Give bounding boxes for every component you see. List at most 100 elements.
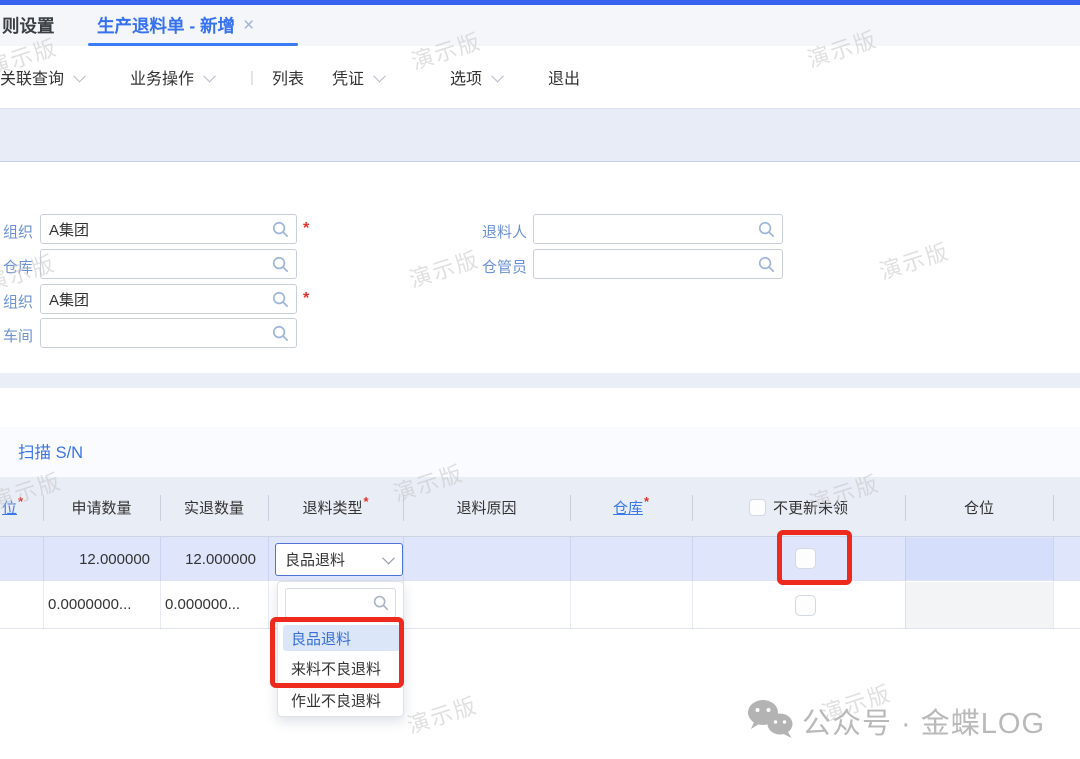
storekeeper-field[interactable] [533, 249, 783, 279]
returner-field[interactable] [533, 214, 783, 244]
menu-label: 业务操作 [130, 65, 194, 89]
menu-list[interactable]: 列表 [272, 46, 304, 108]
header-separator [43, 495, 44, 521]
header-separator [1053, 495, 1054, 521]
collapsed-header-band [0, 108, 1080, 162]
menu-label: 列表 [272, 65, 304, 89]
tab-label: 生产退料单 - 新增 [97, 13, 235, 38]
warehouse-field[interactable] [40, 249, 297, 279]
org1-field[interactable]: A集团 [40, 214, 297, 244]
required-asterisk: * [303, 220, 309, 238]
grid-toolbar-strip [0, 427, 1080, 477]
toolbar: 关联查询 业务操作 | 列表 凭证 选项 退出 [0, 46, 1080, 108]
cell-apply-qty[interactable]: 0.0000000... [43, 581, 155, 628]
cell-actual-qty[interactable]: 12.000000 [160, 537, 268, 581]
menu-options[interactable]: 选项 [450, 46, 502, 108]
search-icon[interactable] [271, 220, 290, 243]
chevron-down-icon [491, 69, 504, 82]
column-header-actual-qty[interactable]: 实退数量 [160, 477, 268, 537]
column-label: 退料原因 [456, 497, 516, 518]
demo-watermark: 演示版 [403, 688, 481, 741]
dropdown-search-input[interactable] [285, 588, 396, 618]
menu-exit[interactable]: 退出 [548, 46, 580, 108]
required-asterisk: * [644, 494, 649, 509]
header-separator [403, 495, 404, 521]
workshop-field[interactable] [40, 318, 297, 348]
field-value: A集团 [49, 289, 89, 310]
header-separator [570, 495, 571, 521]
column-line [1053, 537, 1054, 629]
cell-no-update-checkbox[interactable] [795, 594, 817, 616]
field-label-org2: 组织 [0, 291, 33, 312]
tab-rule-settings[interactable]: 则设置 [2, 5, 55, 46]
field-label-workshop: 车间 [0, 325, 33, 346]
column-label: 位 [2, 497, 17, 518]
demo-watermark: 演示版 [875, 234, 953, 287]
column-label: 申请数量 [71, 497, 131, 518]
search-icon[interactable] [757, 255, 776, 278]
cell-bin-location[interactable] [905, 582, 1053, 628]
search-icon[interactable] [271, 324, 290, 347]
column-label: 不更新未领 [773, 497, 848, 518]
dropdown-option-operation-defect-return[interactable]: 作业不良退料 [283, 687, 400, 713]
cell-actual-qty[interactable]: 0.000000... [160, 581, 264, 628]
header-separator [160, 495, 161, 521]
header-separator [905, 495, 906, 521]
column-header-bin-location[interactable]: 仓位 [905, 477, 1053, 537]
select-value: 良品退料 [285, 549, 345, 570]
chevron-down-icon [203, 69, 216, 82]
required-asterisk: * [363, 494, 368, 509]
column-label: 实退数量 [184, 497, 244, 518]
column-line [43, 537, 44, 629]
chevron-down-icon [382, 552, 395, 565]
column-line [160, 537, 161, 629]
toolbar-divider: | [250, 46, 254, 108]
column-header-apply-qty[interactable]: 申请数量 [43, 477, 160, 537]
scan-sn-link[interactable]: 扫描 S/N [18, 439, 83, 463]
field-label-returner: 退料人 [427, 221, 527, 242]
tab-bar: 则设置 生产退料单 - 新增 × [0, 5, 1080, 46]
header-checkbox[interactable] [749, 499, 766, 516]
menu-business-operations[interactable]: 业务操作 [130, 46, 214, 108]
menu-voucher[interactable]: 凭证 [332, 46, 384, 108]
search-icon[interactable] [271, 255, 290, 278]
chevron-down-icon [373, 69, 386, 82]
section-divider-band [0, 373, 1080, 388]
org2-field[interactable]: A集团 [40, 284, 297, 314]
checkbox[interactable] [795, 595, 816, 616]
close-icon[interactable]: × [243, 15, 254, 37]
cell-apply-qty[interactable]: 12.000000 [43, 537, 160, 581]
tab-production-return-new[interactable]: 生产退料单 - 新增 × [97, 5, 254, 46]
search-icon[interactable] [757, 220, 776, 243]
menu-related-query[interactable]: 关联查询 [0, 46, 84, 108]
column-label: 退料类型 [302, 497, 362, 518]
required-asterisk: * [18, 494, 23, 509]
tab-label: 则设置 [2, 13, 55, 38]
column-header-return-reason[interactable]: 退料原因 [403, 477, 570, 537]
column-line [268, 537, 269, 629]
column-label: 仓库 [613, 497, 643, 518]
menu-label: 选项 [450, 65, 482, 89]
header-separator [692, 495, 693, 521]
return-type-select[interactable]: 良品退料 [275, 543, 403, 576]
brand-label: 公众号 · 金蝶LOG [802, 700, 1045, 742]
header-separator [268, 495, 269, 521]
cell-bin-location[interactable] [905, 538, 1053, 580]
menu-label: 关联查询 [0, 65, 64, 89]
chevron-down-icon [73, 69, 86, 82]
column-header-position-partial[interactable]: 位 * [0, 477, 45, 537]
field-label-storekeeper: 仓管员 [427, 256, 527, 277]
column-header-no-update-unclaimed[interactable]: 不更新未领 [692, 477, 905, 537]
column-header-warehouse[interactable]: 仓库 * [570, 477, 692, 537]
highlight-box-checkbox [777, 530, 852, 585]
column-line [570, 537, 571, 629]
menu-label: 凭证 [332, 65, 364, 89]
column-label: 仓位 [964, 497, 994, 518]
required-asterisk: * [303, 290, 309, 308]
field-label-org1: 组织 [0, 221, 33, 242]
field-label-warehouse: 仓库 [0, 256, 33, 277]
wechat-icon [744, 697, 798, 748]
column-header-return-type[interactable]: 退料类型 * [268, 477, 403, 537]
search-icon[interactable] [271, 290, 290, 313]
column-line [905, 537, 906, 629]
